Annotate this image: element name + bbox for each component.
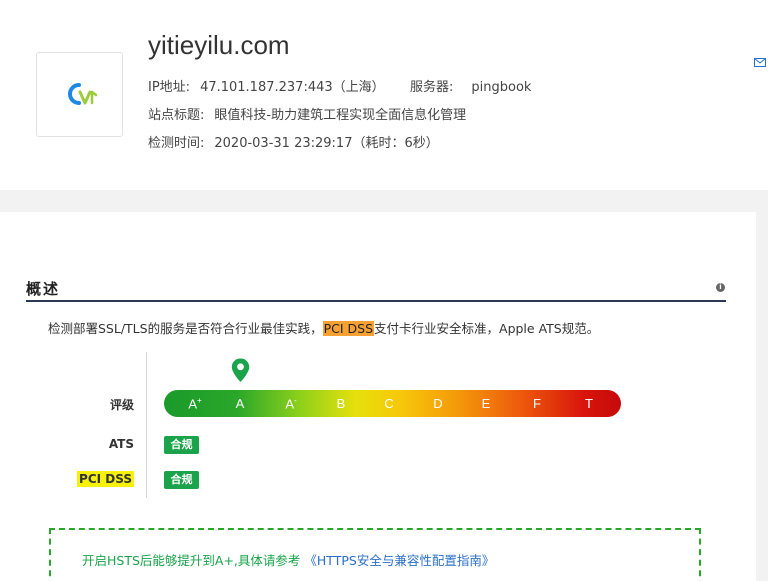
site-domain: yitieyilu.com [148, 30, 290, 60]
ats-status-badge: 合规 [164, 436, 199, 454]
grade-5: C [384, 396, 394, 411]
grade-9: T [585, 396, 593, 411]
logo-icon [68, 83, 98, 105]
site-title-label: 站点标题: [148, 108, 205, 123]
pci-dss-status-badge: 合规 [164, 471, 199, 489]
overview-description: 检测部署SSL/TLS的服务是否符合行业最佳实践，PCI DSS支付卡行业安全标… [48, 318, 599, 337]
section-title: 概述 [26, 280, 61, 298]
desc-text-before: 检测部署SSL/TLS的服务是否符合行业最佳实践， [48, 321, 323, 336]
grade-4: B [336, 396, 346, 411]
grade-7: E [481, 396, 491, 411]
vertical-divider [146, 352, 147, 498]
info-icon[interactable]: i [716, 283, 725, 292]
grade-8: F [533, 396, 541, 411]
server-row: 服务器: pingbook [410, 76, 531, 95]
section-divider [26, 300, 726, 302]
desc-text-after: 支付卡行业安全标准，Apple ATS规范。 [374, 321, 600, 336]
server-value: pingbook [471, 80, 532, 95]
hint-box: 开启HSTS后能够提升到A+,具体请参考 《HTTPS安全与兼容性配置指南》 [49, 528, 701, 581]
rating-label: 评级 [109, 398, 134, 412]
site-logo [36, 52, 123, 137]
hint-text: 开启HSTS后能够提升到A+,具体请参考 《HTTPS安全与兼容性配置指南》 [82, 550, 494, 569]
ip-row: IP地址: 47.101.187.237:443（上海） [148, 76, 385, 95]
check-time-value: 2020-03-31 23:29:17（耗时：6秒） [214, 136, 439, 151]
grade-1: A+ [188, 396, 202, 412]
grade-2: A [235, 396, 245, 411]
site-title-row: 站点标题: 眼值科技-助力建筑工程实现全面信息化管理 [148, 104, 466, 123]
pci-dss-label: PCI DSS [77, 471, 134, 487]
ip-value: 47.101.187.237:443（上海） [200, 80, 385, 95]
server-label: 服务器: [410, 80, 454, 95]
hint-message: 开启HSTS后能够提升到A+,具体请参考 [82, 553, 301, 568]
site-title-value: 眼值科技-助力建筑工程实现全面信息化管理 [214, 108, 467, 123]
check-time-label: 检测时间: [148, 136, 205, 151]
ats-label: ATS [108, 437, 134, 451]
check-time-row: 检测时间: 2020-03-31 23:29:17（耗时：6秒） [148, 132, 439, 151]
mail-icon[interactable] [754, 58, 766, 67]
pci-dss-highlight: PCI DSS [322, 321, 375, 336]
site-header: yitieyilu.com IP地址: 47.101.187.237:443（上海… [0, 0, 768, 190]
location-pin-icon [231, 358, 249, 382]
grade-6: D [433, 396, 443, 411]
grade-3: A- [285, 396, 297, 412]
config-guide-link[interactable]: 《HTTPS安全与兼容性配置指南》 [304, 553, 494, 568]
ip-label: IP地址: [148, 80, 191, 95]
overview-panel: 概述 i 检测部署SSL/TLS的服务是否符合行业最佳实践，PCI DSS支付卡… [0, 212, 756, 581]
